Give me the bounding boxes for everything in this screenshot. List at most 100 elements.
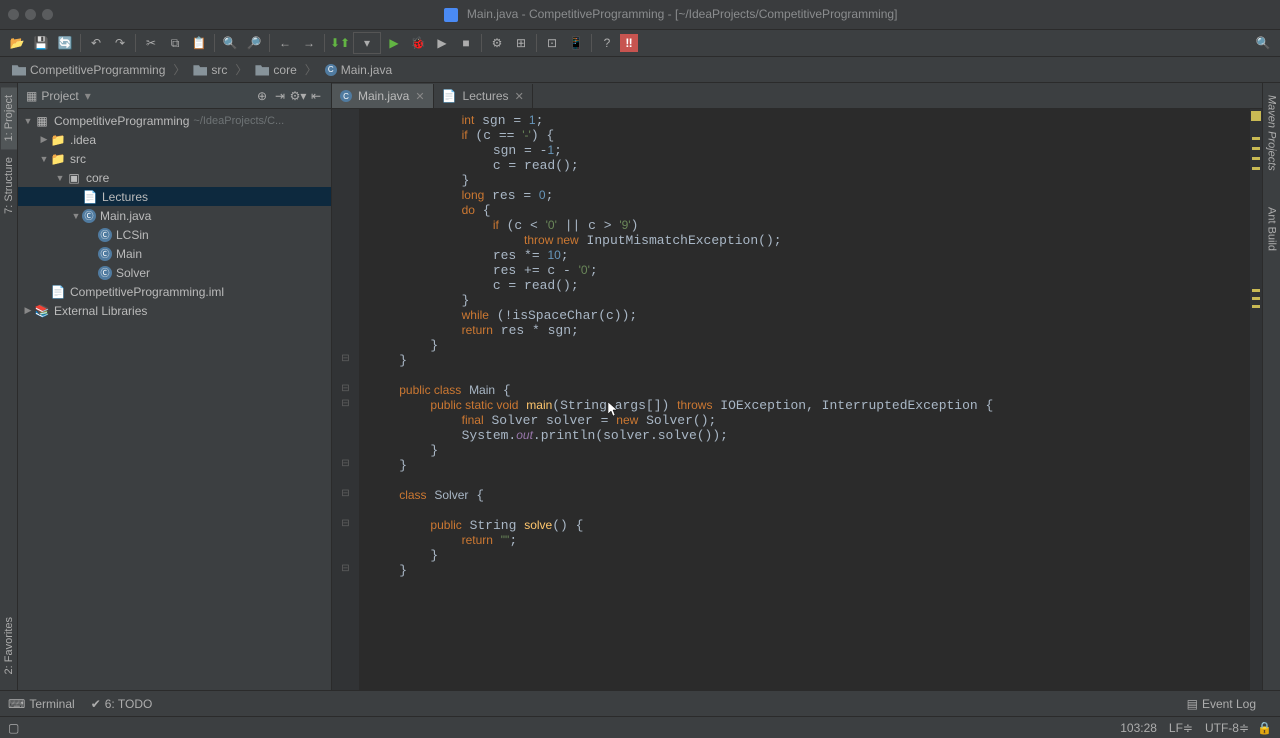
build-icon[interactable]: ⬇⬆ [329,32,351,54]
warning-marker[interactable] [1252,297,1260,300]
tree-arrow-icon[interactable]: ▼ [22,116,34,126]
search-icon[interactable]: 🔍 [1252,32,1274,54]
toolwindow-button[interactable]: ✔6: TODO [91,697,153,711]
tree-node[interactable]: 📄Lectures [18,187,331,206]
gutter-fold-icon[interactable] [332,473,359,488]
close-icon[interactable]: ✕ [515,90,524,103]
file-encoding[interactable]: UTF-8≑ [1205,721,1249,735]
tree-arrow-icon[interactable]: ▼ [38,154,50,164]
warning-marker[interactable] [1252,137,1260,140]
project-tree[interactable]: ▼▦CompetitiveProgramming~/IdeaProjects/C… [18,109,331,690]
plugin-icon[interactable]: ‼ [620,34,638,52]
tree-node[interactable]: ▼📁src [18,149,331,168]
breadcrumb-item[interactable]: core [251,61,300,79]
sync-icon[interactable]: 🔄 [54,32,76,54]
tree-node[interactable]: ▼▦CompetitiveProgramming~/IdeaProjects/C… [18,111,331,130]
toolwindow-tab[interactable]: 2: Favorites [1,609,17,682]
tree-node[interactable]: ▶📁.idea [18,130,331,149]
forward-icon[interactable]: → [298,32,320,54]
help-icon[interactable]: ? [596,32,618,54]
warning-marker[interactable] [1252,167,1260,170]
event-log-button[interactable]: ▤ Event Log [1187,697,1256,711]
gutter-fold-icon[interactable] [332,548,359,563]
warning-marker[interactable] [1252,305,1260,308]
gutter-fold-icon[interactable] [332,443,359,458]
breadcrumb-item[interactable]: CMain.java [321,61,396,79]
warning-marker[interactable] [1252,147,1260,150]
editor-tab[interactable]: 📄Lectures✕ [434,84,533,108]
gutter-fold-icon[interactable] [332,293,359,308]
tree-node[interactable]: 📄CompetitiveProgramming.iml [18,282,331,301]
window-controls[interactable] [8,9,53,20]
vcs-icon[interactable]: ⚙ [486,32,508,54]
gutter-fold-icon[interactable]: ⊟ [332,488,359,503]
save-icon[interactable]: 💾 [30,32,52,54]
gutter-fold-icon[interactable] [332,218,359,233]
analysis-status-icon[interactable] [1251,111,1261,121]
gutter-fold-icon[interactable]: ⊟ [332,563,359,578]
find-icon[interactable]: 🔍 [219,32,241,54]
tree-arrow-icon[interactable]: ▶ [38,134,50,145]
toolwindows-toggle-icon[interactable]: ▢ [8,721,19,735]
undo-icon[interactable]: ↶ [85,32,107,54]
close-icon[interactable] [8,9,19,20]
gutter-fold-icon[interactable] [332,278,359,293]
tree-arrow-icon[interactable]: ▶ [22,305,34,316]
toolwindow-tab[interactable]: Maven Projects [1264,87,1280,179]
avd-icon[interactable]: 📱 [565,32,587,54]
gutter-fold-icon[interactable] [332,158,359,173]
gutter-fold-icon[interactable] [332,248,359,263]
gutter-fold-icon[interactable]: ⊟ [332,353,359,368]
gutter-fold-icon[interactable]: ⊟ [332,383,359,398]
tree-arrow-icon[interactable]: ▼ [70,211,82,221]
close-icon[interactable]: ✕ [415,90,424,103]
hide-icon[interactable]: ⇤ [309,89,323,103]
lock-icon[interactable]: 🔒 [1257,721,1272,735]
gutter-fold-icon[interactable] [332,233,359,248]
toolwindow-button[interactable]: ⌨Terminal [8,697,75,711]
open-icon[interactable]: 📂 [6,32,28,54]
run-icon[interactable]: ▶ [383,32,405,54]
gutter-fold-icon[interactable] [332,428,359,443]
tree-node[interactable]: ▶📚External Libraries [18,301,331,320]
tree-arrow-icon[interactable]: ▼ [54,173,66,183]
warning-marker[interactable] [1252,157,1260,160]
gutter-fold-icon[interactable] [332,113,359,128]
gutter-fold-icon[interactable] [332,188,359,203]
gutter-fold-icon[interactable] [332,503,359,518]
debug-icon[interactable]: 🐞 [407,32,429,54]
scroll-from-source-icon[interactable]: ⊕ [255,89,269,103]
gutter-fold-icon[interactable] [332,203,359,218]
tree-node[interactable]: ⒸLCSin [18,225,331,244]
warning-marker[interactable] [1252,289,1260,292]
back-icon[interactable]: ← [274,32,296,54]
error-stripe[interactable] [1250,109,1262,690]
breadcrumb-item[interactable]: src [189,61,231,79]
collapse-icon[interactable]: ⇥ [273,89,287,103]
toolwindow-tab[interactable]: 7: Structure [1,149,17,222]
sdk-icon[interactable]: ⊡ [541,32,563,54]
minimize-icon[interactable] [25,9,36,20]
copy-icon[interactable]: ⧉ [164,32,186,54]
gear-icon[interactable]: ⚙▾ [291,89,305,103]
gutter-fold-icon[interactable]: ⊟ [332,458,359,473]
tree-node[interactable]: ▼ⒸMain.java [18,206,331,225]
code-editor[interactable]: int sgn = 1; if (c == '-') { sgn = -1; c… [360,109,1250,690]
tree-node[interactable]: ▼▣core [18,168,331,187]
replace-icon[interactable]: 🔎 [243,32,265,54]
caret-position[interactable]: 103:28 [1120,721,1157,735]
editor-tab[interactable]: CMain.java✕ [332,84,434,108]
tree-node[interactable]: ⒸSolver [18,263,331,282]
line-separator[interactable]: LF≑ [1169,721,1193,735]
config-dropdown[interactable]: ▾ [353,32,381,54]
gutter-fold-icon[interactable] [332,413,359,428]
gutter-fold-icon[interactable] [332,128,359,143]
redo-icon[interactable]: ↷ [109,32,131,54]
gutter-fold-icon[interactable]: ⊟ [332,398,359,413]
gutter-fold-icon[interactable] [332,143,359,158]
toolwindow-tab[interactable]: Ant Build [1264,199,1280,259]
gutter-fold-icon[interactable] [332,338,359,353]
gutter-fold-icon[interactable] [332,533,359,548]
paste-icon[interactable]: 📋 [188,32,210,54]
gutter-fold-icon[interactable] [332,263,359,278]
